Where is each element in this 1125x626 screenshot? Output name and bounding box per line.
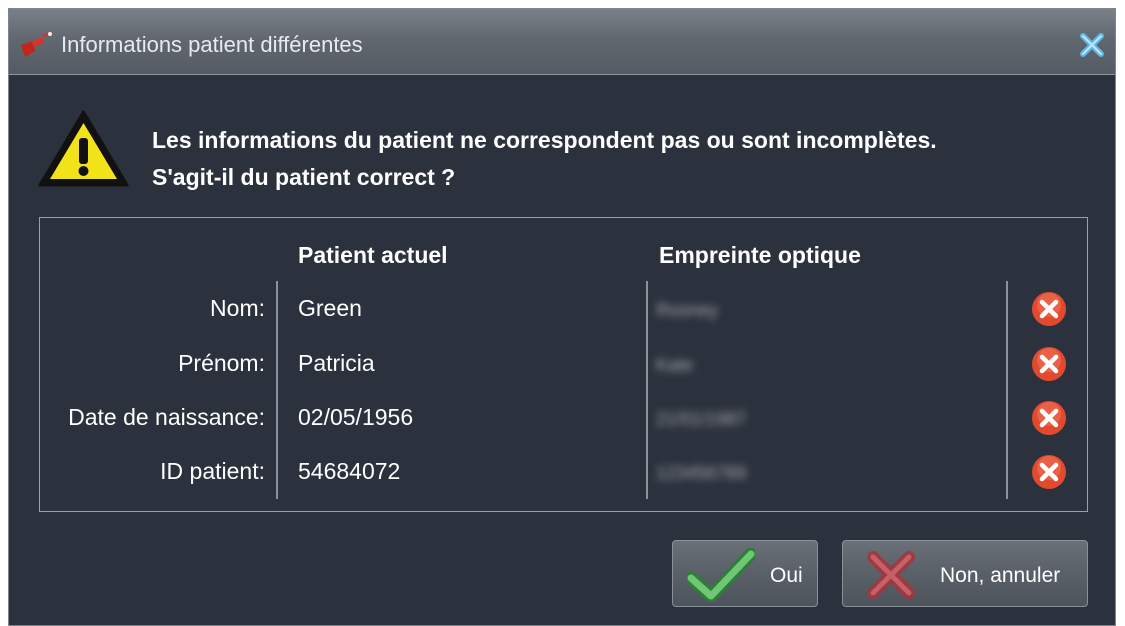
row-label-first-name: Prénom: <box>178 350 265 376</box>
message-line-2: S'agit-il du patient correct ? <box>152 164 456 190</box>
cancel-button-label: Non, annuler <box>940 564 1061 587</box>
dialog-window: Informations patient différentes Les inf… <box>8 8 1116 626</box>
impression-name-value: Rooney <box>656 300 719 320</box>
row-label-birth-date: Date de naissance: <box>68 404 265 430</box>
red-cross-icon <box>867 551 915 599</box>
impression-patient-id-value: 123456789 <box>656 463 747 483</box>
title-bar: Informations patient différentes <box>9 9 1115 75</box>
cancel-button[interactable]: Non, annuler <box>842 540 1088 607</box>
mismatch-icon <box>1032 292 1066 326</box>
column-header-optical-impression: Empreinte optique <box>659 242 861 268</box>
column-header-current-patient: Patient actuel <box>298 242 448 268</box>
divider <box>276 281 278 499</box>
divider <box>1006 281 1008 499</box>
dialog-message: Les informations du patient ne correspon… <box>152 122 937 196</box>
current-birth-date-value: 02/05/1956 <box>298 404 414 430</box>
mismatch-icon <box>1032 401 1066 435</box>
impression-birth-date-value: 21/01/1987 <box>656 409 747 429</box>
current-first-name-value: Patricia <box>298 350 375 376</box>
message-line-1: Les informations du patient ne correspon… <box>152 127 937 153</box>
green-check-icon <box>687 548 755 602</box>
yes-button[interactable]: Oui <box>672 540 818 607</box>
divider <box>646 281 648 499</box>
mismatch-icon <box>1032 455 1066 489</box>
mismatch-icon <box>1032 347 1066 381</box>
impression-first-name-value: Kate <box>656 355 694 375</box>
row-label-patient-id: ID patient: <box>160 458 265 484</box>
current-name-value: Green <box>298 295 362 321</box>
warning-triangle-icon <box>38 110 129 187</box>
yes-button-label: Oui <box>770 564 803 587</box>
scanner-app-icon <box>21 31 53 57</box>
dialog-title: Informations patient différentes <box>61 32 363 57</box>
row-label-name: Nom: <box>210 295 265 321</box>
current-patient-id-value: 54684072 <box>298 458 401 484</box>
comparison-table: Patient actuel Empreinte optique Nom: Gr… <box>39 217 1088 512</box>
close-icon[interactable] <box>1077 30 1107 60</box>
